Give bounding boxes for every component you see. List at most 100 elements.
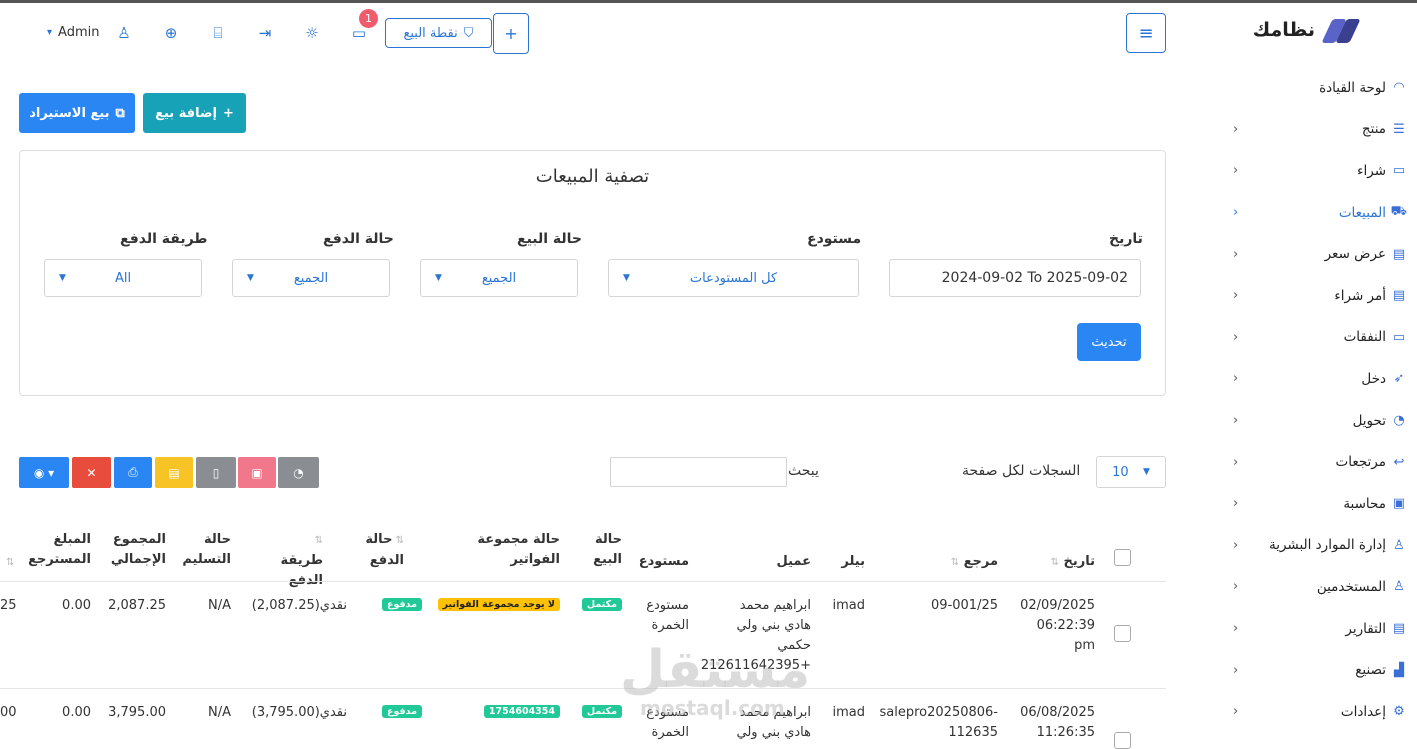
copy-icon: ⧉ xyxy=(115,105,125,121)
row-divider xyxy=(0,688,1166,689)
payment-status-value: الجميع xyxy=(293,270,329,286)
sale-status-badge: مكتمل xyxy=(581,705,622,718)
per-page-label: السجلات لكل صفحة xyxy=(962,463,1081,479)
user-icon[interactable]: ♙ xyxy=(114,24,134,42)
col-biller[interactable]: بيلر xyxy=(841,552,865,572)
sidebar-item-label: التقارير xyxy=(1345,620,1386,637)
caret-down-icon: ▼ xyxy=(59,273,66,283)
cell-returned-amount: 0.00 xyxy=(62,598,91,613)
add-sale-button[interactable]: + إضافة بيع xyxy=(143,93,246,133)
sidebar-item[interactable]: ↩ مرتجعات ‹ xyxy=(1233,441,1417,483)
col-sale-status[interactable]: حالة البيع xyxy=(588,530,622,570)
col-grand-total[interactable]: المجموع الإجمالي xyxy=(108,530,166,570)
add-new-button[interactable]: + xyxy=(493,13,529,54)
delete-button[interactable]: ✕ xyxy=(72,457,111,488)
search-label: يبحث xyxy=(788,463,819,479)
warehouse-label: مستودع xyxy=(807,231,862,247)
brand-logo[interactable]: نظامك xyxy=(1253,19,1361,43)
sidebar-item-content: ↩ مرتجعات xyxy=(1336,454,1408,470)
per-page-select[interactable]: 10 ▼ xyxy=(1096,456,1166,488)
doc-icon: ▤ xyxy=(1392,288,1406,304)
sidebar-item[interactable]: ◠ لوحة القيادة xyxy=(1237,67,1417,109)
col-reference[interactable]: مرجع ⇅ xyxy=(951,552,998,573)
print-button[interactable]: ⎙ xyxy=(114,457,152,488)
sidebar-item-label: أمر شراء xyxy=(1334,287,1386,304)
sidebar-item[interactable]: ▤ أمر شراء ‹ xyxy=(1233,275,1417,317)
sidebar-item[interactable]: ▤ التقارير ‹ xyxy=(1233,608,1417,650)
chevron-left-icon: ‹ xyxy=(1233,329,1239,345)
csv-button[interactable]: ▯ xyxy=(196,457,236,488)
sidebar-item[interactable]: ▣ محاسبة ‹ xyxy=(1233,483,1417,525)
col-returned-amount[interactable]: المبلغ المسترجع xyxy=(28,530,91,570)
pos-label: نقطة البيع xyxy=(403,25,458,41)
sidebar-item[interactable]: ☰ منتج ‹ xyxy=(1233,109,1417,151)
sidebar-item[interactable]: ▤ عرض سعر ‹ xyxy=(1233,233,1417,275)
chevron-left-icon: ‹ xyxy=(1233,371,1239,387)
sidebar-item-label: محاسبة xyxy=(1343,495,1386,512)
sidebar-item-content: ◔ تحويل xyxy=(1353,413,1407,429)
sidebar-item[interactable]: ♙ إدارة الموارد البشرية ‹ xyxy=(1233,525,1417,567)
update-button[interactable]: تحديث xyxy=(1077,323,1141,361)
col-delivery-status[interactable]: حالة التسليم xyxy=(182,530,231,570)
row-checkbox[interactable] xyxy=(1114,625,1131,642)
admin-menu[interactable]: ▾ Admin xyxy=(47,25,99,40)
globe-icon[interactable]: ⊕ xyxy=(161,24,181,42)
date-range-input[interactable]: 2024-09-02 To 2025-09-02 xyxy=(889,259,1141,297)
pos-button[interactable]: نقطة البيع ⛉ xyxy=(385,18,492,48)
list-icon: ☰ xyxy=(1393,121,1405,137)
cell-delivery-status: N/A xyxy=(208,598,231,613)
sidebar-item[interactable]: ◔ تحويل ‹ xyxy=(1233,400,1417,442)
sale-status-select[interactable]: ▼ الجميع xyxy=(420,259,578,297)
cell-reference: salepro20250806-112635 xyxy=(879,705,998,740)
col-warehouse[interactable]: مستودع xyxy=(639,552,689,572)
cell-biller: imad xyxy=(832,598,866,613)
login-icon[interactable]: ⇥ xyxy=(255,24,275,42)
print-icon: ⎙ xyxy=(128,465,138,479)
col-invoice-group-status[interactable]: حالة مجموعة الفواتير xyxy=(440,530,560,570)
col-date[interactable]: تاريخ ⇅ xyxy=(1051,552,1095,573)
col-customer[interactable]: عميل xyxy=(776,552,811,572)
cart-icon: ⛟ xyxy=(1390,204,1407,220)
col-extra-sort[interactable]: ⇅ xyxy=(6,552,14,573)
invoice-group-badge: 1754604354 xyxy=(483,705,560,718)
warehouse-value: كل المستودعات xyxy=(689,270,778,286)
excel-icon: ▤ xyxy=(168,465,180,480)
import-sale-label: بيع الاستيراد xyxy=(29,105,110,121)
cell-cut-off: 00 xyxy=(0,705,17,720)
sidebar-item-label: منتج xyxy=(1361,121,1386,138)
sidebar-item[interactable]: ⚙ إعدادات ‹ xyxy=(1233,691,1417,733)
sun-icon[interactable]: ☼ xyxy=(302,24,322,42)
sidebar-item-content: ➶ دخل xyxy=(1361,371,1407,387)
gear-icon: ⚙ xyxy=(1393,704,1405,720)
sidebar-item[interactable]: ▭ شراء ‹ xyxy=(1233,150,1417,192)
search-input[interactable] xyxy=(610,457,787,487)
file-icon: ▯ xyxy=(212,465,220,480)
warehouse-select[interactable]: ▼ كل المستودعات xyxy=(608,259,859,297)
wallet-icon: ▭ xyxy=(1392,329,1406,345)
excel-button[interactable]: ▤ xyxy=(155,457,193,488)
menu-toggle-button[interactable]: ≡ xyxy=(1126,13,1166,53)
sidebar-item-content: ▭ شراء xyxy=(1357,163,1407,179)
col-payment-status[interactable]: ⇅ حالة الدفع xyxy=(362,530,404,571)
sidebar-item[interactable]: ⛟ المبيعات ‹ xyxy=(1233,192,1417,234)
payment-method-select[interactable]: ▼ All xyxy=(44,259,202,297)
import-sale-button[interactable]: ⧉ بيع الاستيراد xyxy=(19,93,135,133)
row-checkbox[interactable] xyxy=(1114,732,1131,749)
watermark-url: mostaql.com xyxy=(640,696,785,720)
chevron-left-icon: ‹ xyxy=(1233,579,1239,595)
payment-status-select[interactable]: ▼ الجميع xyxy=(232,259,390,297)
hamburger-icon: ≡ xyxy=(1138,22,1154,44)
select-all-checkbox[interactable] xyxy=(1114,549,1131,566)
pdf-button[interactable]: ▣ xyxy=(238,457,276,488)
column-visibility-button[interactable]: ◉ ▾ xyxy=(19,457,69,488)
sidebar-item[interactable]: ▭ النفقات ‹ xyxy=(1233,317,1417,359)
sidebar-item[interactable]: ▟ تصنيع ‹ xyxy=(1233,649,1417,691)
caret-down-icon: ▼ xyxy=(435,273,442,283)
rss-button[interactable]: ◔ xyxy=(278,457,319,488)
sidebar-item[interactable]: ♙ المستخدمين ‹ xyxy=(1233,566,1417,608)
cell-grand-total: 2,087.25 xyxy=(108,598,166,613)
archive-icon[interactable]: ⌸ xyxy=(208,24,228,42)
sidebar-item-content: ▤ عرض سعر xyxy=(1325,246,1407,262)
payment-status-badge: مدفوع xyxy=(381,705,422,718)
sidebar-item[interactable]: ➶ دخل ‹ xyxy=(1233,358,1417,400)
